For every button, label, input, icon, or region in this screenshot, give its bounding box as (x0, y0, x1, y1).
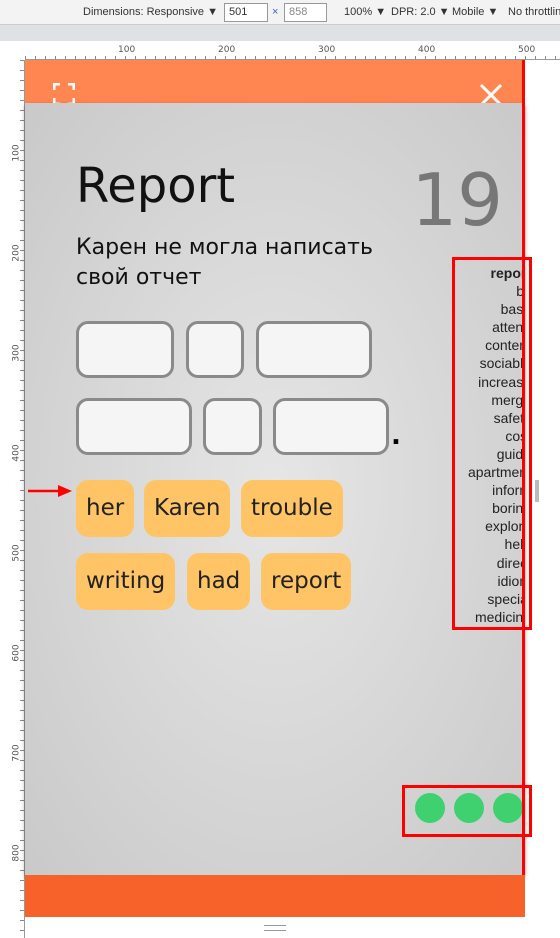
app-footer (25, 875, 525, 917)
ruler-label: 300 (11, 344, 22, 362)
word-chip[interactable]: trouble (241, 480, 343, 537)
height-input[interactable]: 858 (284, 3, 327, 22)
zoom-select[interactable]: 100% ▼ (344, 6, 386, 18)
answer-slot[interactable] (256, 321, 372, 378)
word-chip[interactable]: had (187, 553, 251, 610)
bottom-resize-handle[interactable] (264, 925, 286, 931)
ruler-label: 100 (118, 45, 136, 55)
ruler-label: 600 (11, 644, 22, 662)
throttle-select[interactable]: No throttling (508, 6, 560, 18)
ruler-label: 200 (11, 244, 22, 262)
ruler-label: 400 (418, 45, 436, 55)
prompt-text: Карен не могла написать свой отчет (76, 235, 373, 290)
answer-slot[interactable] (76, 398, 192, 455)
word-chip[interactable]: her (76, 480, 135, 537)
width-input[interactable]: 501 (224, 3, 268, 22)
answer-slot[interactable] (273, 398, 389, 455)
devtools-toolbar: Dimensions: Responsive ▼ 501 × 858 100% … (0, 0, 560, 25)
word-chip[interactable]: report (261, 553, 352, 610)
app-header (25, 60, 525, 107)
ruler-label: 300 (318, 45, 336, 55)
fullscreen-icon[interactable] (53, 83, 75, 105)
page-title: Report (76, 158, 236, 214)
device-select[interactable]: Mobile ▼ (452, 6, 498, 18)
ruler-label: 100 (11, 144, 22, 162)
ruler-label: 400 (11, 444, 22, 462)
counter: 19 (411, 158, 503, 242)
ruler-label: 200 (218, 45, 236, 55)
ruler-label: 500 (11, 544, 22, 562)
ruler-label: 700 (11, 744, 22, 762)
media-query-bar[interactable] (0, 25, 560, 41)
annotation-box (402, 785, 532, 837)
annotation-box (452, 257, 532, 630)
vertical-ruler: 100 200 300 400 500 600 700 800 (0, 60, 25, 938)
answer-slot[interactable] (186, 321, 244, 378)
answer-slot[interactable] (203, 398, 262, 455)
answer-slot[interactable] (76, 321, 174, 378)
exercise-card: Report 19 Карен не могла написать свой о… (25, 103, 525, 875)
ruler-label: 500 (518, 45, 536, 55)
annotation-arrow-icon (28, 485, 72, 497)
ruler-label: 800 (11, 844, 22, 862)
sentence-period: . (391, 421, 401, 451)
times-icon: × (272, 6, 279, 18)
word-chip[interactable]: writing (76, 553, 176, 610)
horizontal-ruler: 100 200 300 400 500 (25, 45, 560, 60)
word-chip[interactable]: Karen (144, 480, 231, 537)
dimensions-select[interactable]: Dimensions: Responsive ▼ (83, 6, 218, 18)
dpr-select[interactable]: DPR: 2.0 ▼ (391, 6, 450, 18)
resize-handle[interactable] (535, 480, 539, 502)
